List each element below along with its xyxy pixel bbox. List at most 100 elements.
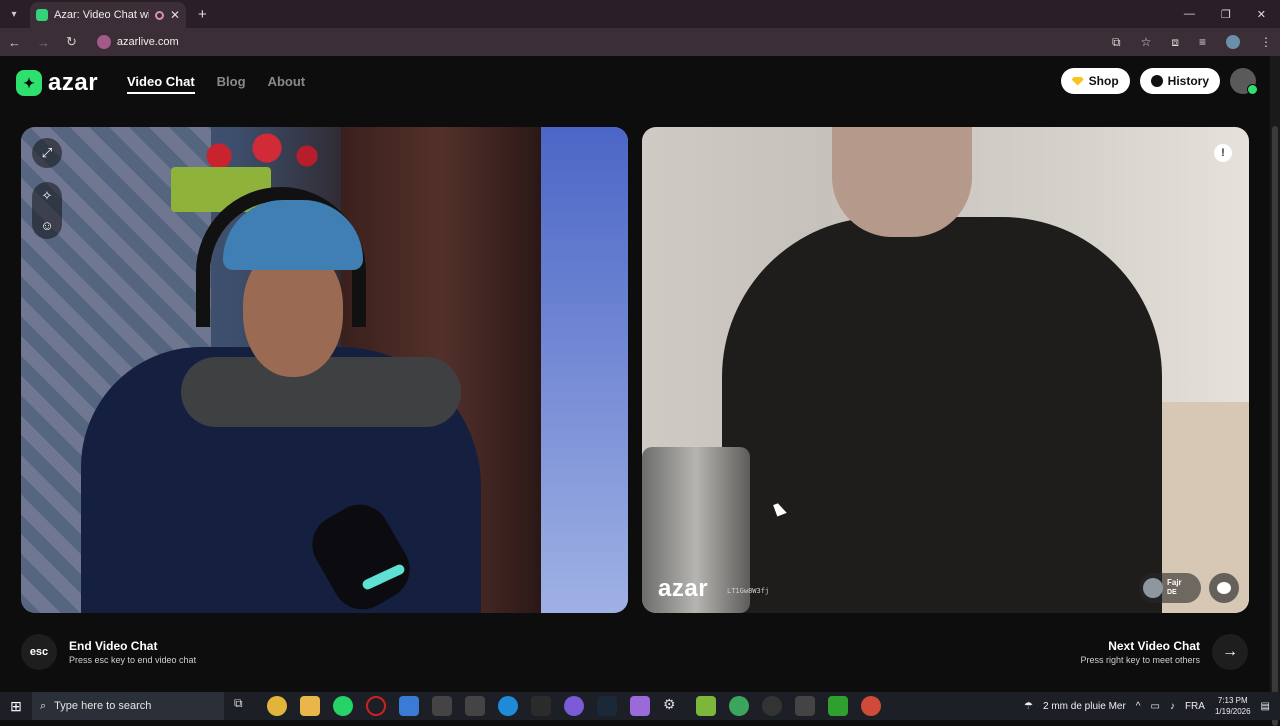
tab-search-icon[interactable]: ▾ (0, 0, 28, 28)
history-label: History (1167, 74, 1209, 88)
scrollbar[interactable] (1270, 56, 1280, 726)
vpn-icon[interactable] (630, 696, 650, 716)
gem-icon (1071, 76, 1084, 86)
logo-text: azar (48, 69, 99, 96)
scarf (181, 357, 461, 427)
recording-icon (154, 10, 164, 20)
shop-label: Shop (1088, 74, 1119, 88)
peer-person-body (722, 217, 1162, 613)
chrome-active-icon[interactable] (861, 696, 881, 716)
settings-icon[interactable]: ⚙ (663, 696, 683, 716)
start-button[interactable]: ⊞ (0, 692, 32, 720)
next-arrow-icon[interactable]: → (1212, 634, 1248, 670)
whatsapp-icon[interactable] (333, 696, 353, 716)
windows-logo-icon: ⊞ (10, 697, 22, 714)
steam-icon[interactable] (597, 696, 617, 716)
azar-logo[interactable]: ✦ azar (16, 69, 98, 97)
end-subtitle: Press esc key to end video chat (69, 655, 197, 665)
reload-icon[interactable]: ↻ (66, 34, 77, 50)
obs-icon[interactable] (762, 696, 782, 716)
taskbar-clock[interactable]: 7:13 PM 1/19/2026 (1215, 695, 1251, 717)
taskbar-search[interactable]: ⌕ Type here to search (32, 692, 224, 720)
shop-button[interactable]: Shop (1060, 68, 1130, 94)
nav-about[interactable]: About (268, 74, 306, 94)
capcut-icon-3[interactable] (795, 696, 815, 716)
peer-video: ! azar LT1Gw8W3fj Fajr DE (642, 127, 1249, 613)
capcut-icon-2[interactable] (465, 696, 485, 716)
expand-icon[interactable]: ⤢ (32, 138, 62, 168)
media-player-icon[interactable] (828, 696, 848, 716)
azar-favicon-icon (36, 9, 48, 21)
nav-video-chat[interactable]: Video Chat (127, 74, 195, 94)
close-tab-icon[interactable]: ✕ (170, 8, 180, 22)
azar-watermark: azar (658, 575, 709, 602)
notepad-icon[interactable] (696, 696, 716, 716)
chat-bubble-icon (1217, 582, 1231, 594)
restore-icon[interactable]: ❐ (1221, 8, 1231, 21)
back-icon[interactable]: ← (8, 35, 21, 50)
effects-toolbar: ✧ ☺ (32, 182, 62, 239)
tray-expand-icon[interactable]: ^ (1136, 701, 1141, 712)
minimize-icon[interactable]: — (1184, 8, 1195, 21)
close-window-icon[interactable]: ✕ (1257, 8, 1266, 21)
peer-person-face (832, 127, 972, 237)
user-avatar[interactable] (1230, 68, 1258, 95)
next-video-chat[interactable]: Next Video Chat Press right key to meet … (1080, 634, 1248, 670)
search-icon: ⌕ (40, 699, 47, 712)
next-title: Next Video Chat (1108, 639, 1200, 653)
media-controls-icon[interactable]: ≡ (1199, 35, 1206, 49)
peer-avatar (1143, 578, 1163, 598)
azar-site: ✦ azar Video Chat Blog About Shop Histor… (0, 56, 1280, 692)
scrollbar-thumb[interactable] (1272, 126, 1278, 726)
end-title: End Video Chat (69, 639, 158, 653)
url-field[interactable]: azarlive.com (96, 35, 179, 49)
peer-profile-chip[interactable]: Fajr DE (1139, 573, 1201, 603)
app-icon[interactable] (399, 696, 419, 716)
windows-taskbar: ⊞ ⌕ Type here to search ⧉ ⚙ ☂ 2 mm de pl… (0, 692, 1280, 720)
opera-icon[interactable] (366, 696, 386, 716)
capcut-icon[interactable] (432, 696, 452, 716)
report-icon[interactable]: ! (1214, 144, 1232, 162)
volume-icon[interactable]: ♪ (1170, 701, 1175, 712)
install-app-icon[interactable]: ⧉ (1112, 35, 1121, 50)
chrome-profile-icon[interactable] (729, 696, 749, 716)
next-subtitle: Press right key to meet others (1080, 655, 1200, 665)
tab-title: Azar: Video Chat with New (54, 9, 149, 21)
extensions-icon[interactable]: ⧈ (1171, 35, 1179, 50)
new-tab-icon[interactable]: + (198, 6, 207, 23)
flowers (171, 132, 331, 172)
file-explorer-icon[interactable] (300, 696, 320, 716)
azar-logo-icon: ✦ (16, 70, 42, 96)
nav-blog[interactable]: Blog (217, 74, 246, 94)
profile-icon[interactable] (1226, 35, 1240, 49)
network-icon[interactable]: ▭ (1151, 701, 1160, 712)
face-sticker-icon[interactable]: ☺ (40, 218, 53, 233)
chat-button[interactable] (1209, 573, 1239, 603)
chrome-icon[interactable] (267, 696, 287, 716)
bookmark-star-icon[interactable]: ☆ (1141, 35, 1152, 49)
address-bar: ← → ↻ azarlive.com ⧉ ☆ ⧈ ≡ ⋮ (0, 28, 1280, 56)
discord-icon[interactable] (564, 696, 584, 716)
main-nav: Video Chat Blog About (127, 74, 305, 94)
watermark-code: LT1Gw8W3fj (727, 587, 770, 595)
task-view-icon[interactable]: ⧉ (234, 696, 254, 716)
browser-menu-icon[interactable]: ⋮ (1260, 35, 1272, 49)
self-video: ⤢ ✧ ☺ (21, 127, 628, 613)
browser-tab-bar: ▾ Azar: Video Chat with New ✕ + — ❐ ✕ (0, 0, 1280, 28)
esc-key-button[interactable]: esc (21, 634, 57, 670)
background-wall (541, 127, 628, 613)
history-button[interactable]: History (1139, 68, 1220, 94)
taskbar-date: 1/19/2026 (1214, 707, 1251, 716)
site-info-icon[interactable] (96, 35, 111, 49)
magic-wand-icon[interactable]: ✧ (42, 188, 53, 204)
end-video-chat[interactable]: esc End Video Chat Press esc key to end … (21, 634, 196, 670)
forward-icon[interactable]: → (37, 35, 50, 50)
browser-tab[interactable]: Azar: Video Chat with New ✕ (30, 2, 186, 28)
weather-text[interactable]: 2 mm de pluie Mer (1043, 701, 1126, 712)
language-indicator[interactable]: FRA (1185, 701, 1205, 712)
weather-icon[interactable]: ☂ (1024, 701, 1033, 712)
notifications-icon[interactable]: ▤ (1261, 701, 1270, 712)
url-text: azarlive.com (116, 36, 179, 48)
terminal-icon[interactable] (531, 696, 551, 716)
edge-icon[interactable] (498, 696, 518, 716)
